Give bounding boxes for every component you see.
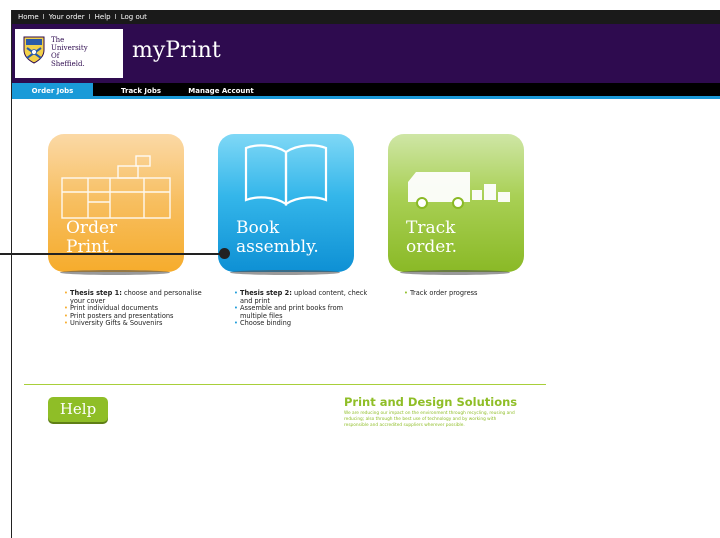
bullet-text: Track order progress (410, 289, 478, 297)
main-nav: Order Jobs Track Jobs Manage Account (12, 83, 720, 99)
tile-shadow (60, 270, 170, 275)
list-item: • University Gifts & Souvenirs (64, 319, 163, 327)
track-order-list: • Track order progress (404, 289, 534, 298)
delivery-van-icon (408, 172, 510, 209)
label-line: Book (236, 218, 280, 238)
label-line: Track (406, 218, 456, 238)
university-crest-icon (23, 36, 45, 64)
book-assembly-list: • Thesis step 2: upload content, check an… (234, 289, 370, 328)
connector-dot (219, 248, 230, 259)
topbar-separator: I (88, 13, 91, 21)
app-title: myPrint (132, 38, 221, 63)
topbar-separator: I (114, 13, 117, 21)
track-order-label: Track order. (406, 219, 457, 257)
bullet-text: Choose binding (240, 319, 292, 327)
label-line: Order (66, 218, 118, 238)
order-print-label: Order Print. (66, 219, 117, 257)
book-assembly-tile[interactable]: Book assembly. (218, 134, 354, 272)
section-divider (24, 384, 546, 385)
printer-icon (61, 155, 171, 219)
list-item: • Choose binding (234, 319, 292, 327)
your-order-link[interactable]: Your order (49, 10, 85, 24)
tab-manage-account[interactable]: Manage Account (182, 83, 260, 99)
book-assembly-label: Book assembly. (236, 219, 319, 257)
bullet-text: Assemble and print books from multiple f… (240, 304, 344, 320)
connector-line (0, 253, 226, 255)
help-button[interactable]: Help (48, 397, 108, 422)
label-line: order. (406, 237, 457, 257)
list-item: • Thesis step 2: upload content, check an… (234, 289, 368, 305)
tile-shadow (400, 270, 510, 275)
track-order-tile[interactable]: Track order. (388, 134, 524, 272)
university-line: The (51, 36, 65, 44)
list-item: • Assemble and print books from multiple … (234, 304, 344, 320)
top-links-bar: Home I Your order I Help I Log out (12, 10, 720, 24)
open-book-icon (244, 144, 328, 207)
log-out-link[interactable]: Log out (121, 10, 147, 24)
list-item: • Track order progress (404, 289, 478, 297)
tab-track-jobs[interactable]: Track Jobs (108, 83, 174, 99)
order-print-list: • Thesis step 1: choose and personalise y… (64, 289, 204, 328)
bullet-text: University Gifts & Souvenirs (70, 319, 163, 327)
list-item: • Thesis step 1: choose and personalise y… (64, 289, 202, 305)
print-design-solutions-text: We are reducing our impact on the enviro… (344, 411, 515, 428)
help-link[interactable]: Help (95, 10, 111, 24)
university-logo[interactable]: The University Of Sheffield. (15, 29, 123, 78)
university-name: The University Of Sheffield. (51, 36, 88, 68)
home-link[interactable]: Home (18, 10, 39, 24)
university-line: Sheffield. (51, 60, 85, 68)
tab-order-jobs[interactable]: Order Jobs (12, 83, 93, 99)
order-print-tile[interactable]: Order Print. (48, 134, 184, 272)
tile-shadow (230, 270, 340, 275)
site-header: The University Of Sheffield. myPrint (12, 24, 720, 83)
university-line: University (51, 44, 88, 52)
label-line: assembly. (236, 237, 319, 257)
topbar-separator: I (42, 13, 45, 21)
university-line: Of (51, 52, 60, 60)
print-design-solutions-title[interactable]: Print and Design Solutions (344, 395, 517, 409)
